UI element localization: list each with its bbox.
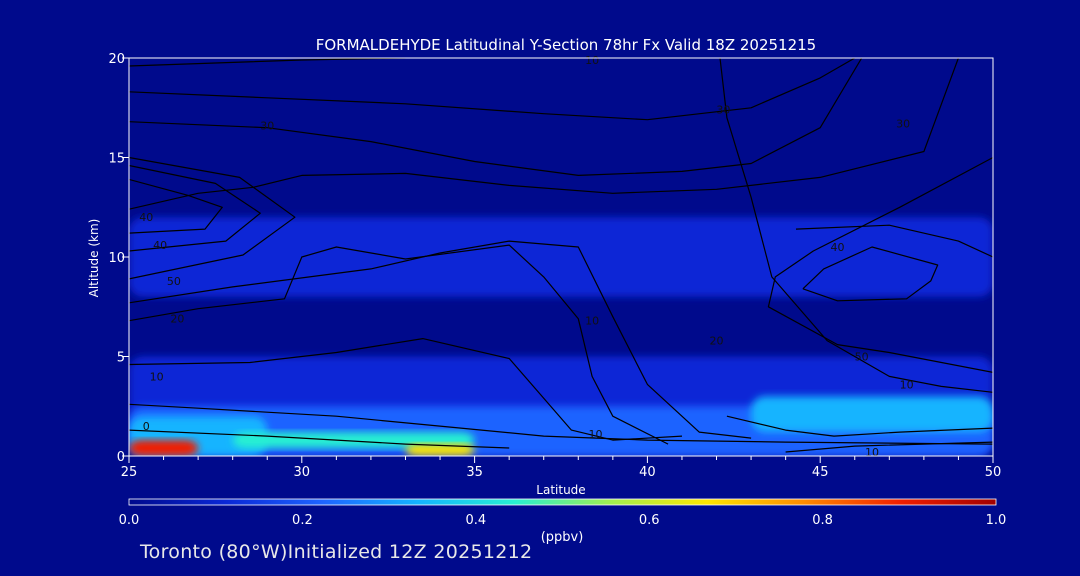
footer-caption: Toronto (80°W)Initialized 12Z 20251212 xyxy=(140,541,533,563)
contour-label: 40 xyxy=(139,211,153,224)
x-tick-label: 45 xyxy=(812,465,829,480)
contour-label: 10 xyxy=(585,54,599,67)
contour-label: 50 xyxy=(855,351,869,364)
chart-title: FORMALDEHYDE Latitudinal Y-Section 78hr … xyxy=(316,36,816,54)
contour-label: 40 xyxy=(153,239,167,252)
y-tick-label: 20 xyxy=(108,52,125,67)
chart-figure: FORMALDEHYDE Latitudinal Y-Section 78hr … xyxy=(87,36,1007,545)
contour-label: 10 xyxy=(900,378,914,391)
colorbar-ticks: 0.0 0.2 0.4 0.6 0.8 1.0 xyxy=(119,513,1007,528)
x-tick-label: 30 xyxy=(294,465,311,480)
x-tick-label: 25 xyxy=(121,465,138,480)
concentration-region xyxy=(129,217,993,297)
colorbar-label: (ppbv) xyxy=(541,530,584,545)
colorbar-tick-label: 0.8 xyxy=(812,513,833,528)
concentration-region xyxy=(751,396,993,433)
colorbar-tick-label: 1.0 xyxy=(986,513,1007,528)
colorbar-tick-label: 0.4 xyxy=(465,513,486,528)
x-axis-label: Latitude xyxy=(536,483,585,497)
contour-label: 10 xyxy=(150,370,164,383)
y-axis-label: Altitude (km) xyxy=(87,219,101,298)
y-tick-label: 0 xyxy=(117,450,125,465)
contour-label: 0 xyxy=(143,420,150,433)
contour-label: 40 xyxy=(830,241,844,254)
heatmap-field xyxy=(129,58,993,456)
contour-label: 20 xyxy=(170,313,184,326)
contour-label: 10 xyxy=(585,315,599,328)
concentration-region xyxy=(129,440,199,456)
colorbar xyxy=(128,498,997,506)
y-tick-label: 10 xyxy=(108,251,125,266)
colorbar-tick-label: 0.6 xyxy=(639,513,660,528)
contour-label: 30 xyxy=(716,104,730,117)
colorbar-tick-label: 0.2 xyxy=(292,513,313,528)
contour-label: 30 xyxy=(260,120,274,133)
y-tick-label: 15 xyxy=(108,152,125,167)
x-axis: 25 30 35 40 45 50 xyxy=(121,456,1002,480)
x-tick-label: 35 xyxy=(466,465,483,480)
contour-label: 20 xyxy=(710,335,724,348)
y-axis: 0 5 10 15 20 xyxy=(108,52,129,465)
contour-label: 10 xyxy=(865,446,879,459)
contour-label: 30 xyxy=(896,118,910,131)
contour-label: 50 xyxy=(167,275,181,288)
contour-label: 10 xyxy=(589,428,603,441)
x-tick-label: 50 xyxy=(985,465,1002,480)
colorbar-tick-label: 0.0 xyxy=(119,513,140,528)
y-tick-label: 5 xyxy=(117,351,125,366)
x-tick-label: 40 xyxy=(639,465,656,480)
